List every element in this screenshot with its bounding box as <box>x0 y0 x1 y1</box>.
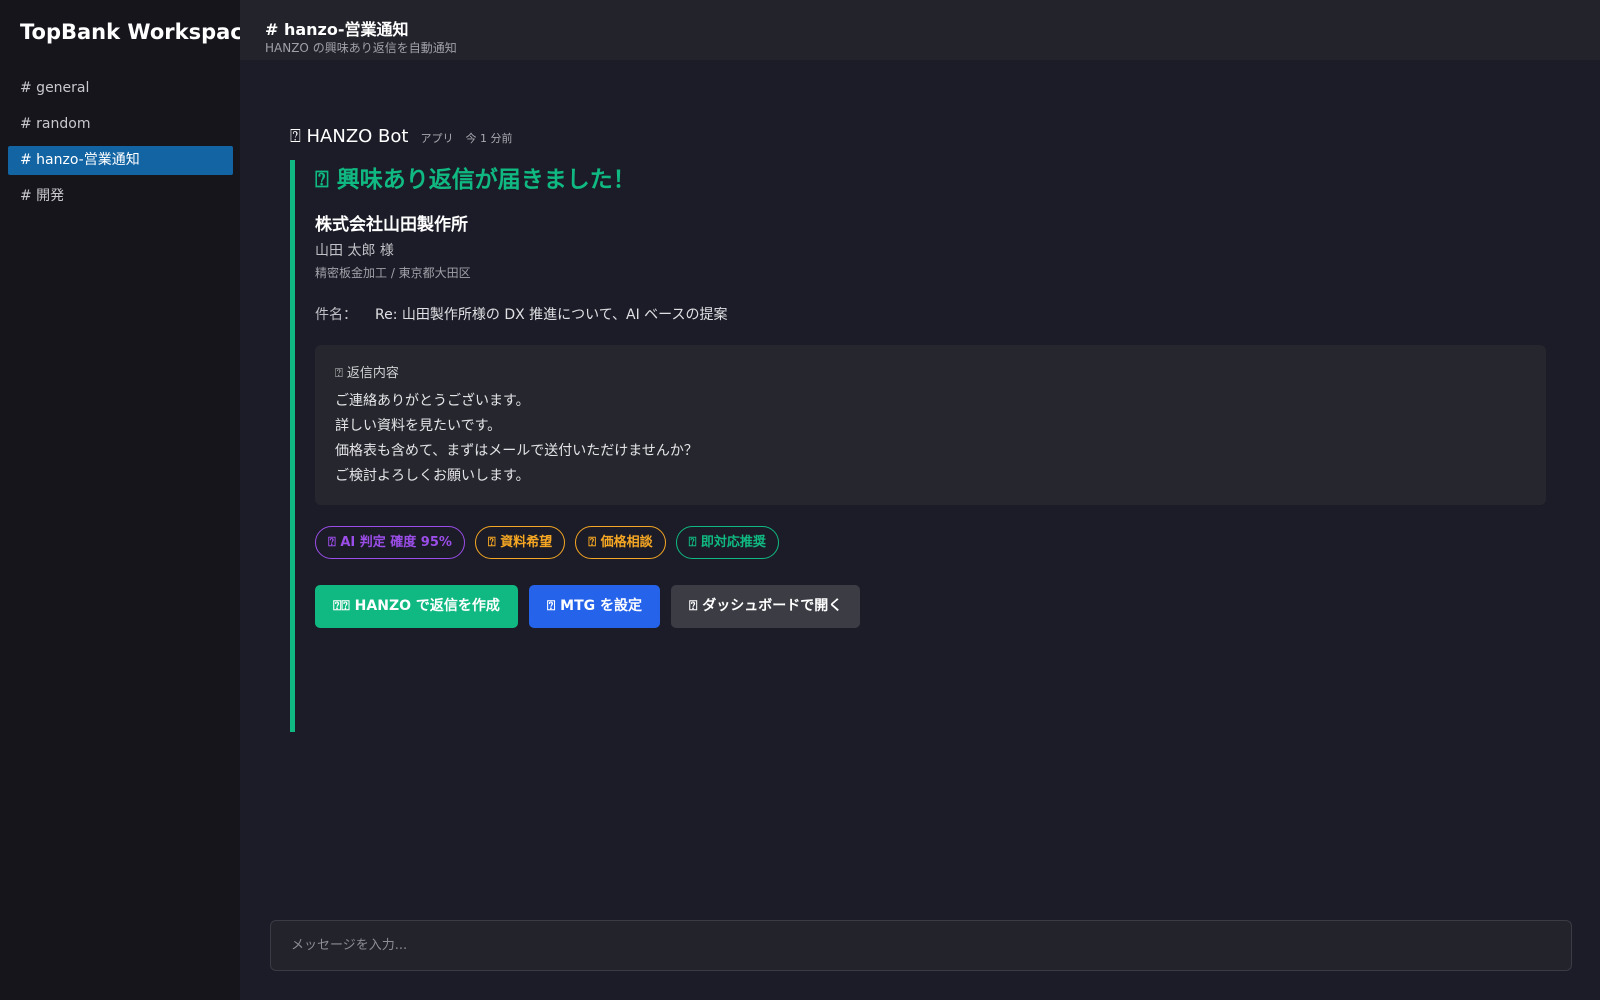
reply-content-label: ⍰ 返信内容 <box>335 366 399 381</box>
channel-topic: HANZO の興味あり返信を自動通知 <box>265 41 457 55</box>
create-reply-button[interactable]: ⍰⍰ HANZO で返信を作成 <box>315 585 518 628</box>
message-header: ⍰ HANZO Bot アプリ 今 1 分前 <box>290 126 1550 152</box>
contact-name: 山田 太郎 様 <box>315 243 394 259</box>
channel-list: # general # random # hanzo-営業通知 # 開発 <box>8 74 233 218</box>
tag-list: ⍰ AI 判定 確度 95% ⍰ 資料希望 ⍰ 価格相談 ⍰ 即対応推奨 <box>315 526 779 559</box>
sidebar: TopBank Workspace # general # random # h… <box>0 0 257 1000</box>
notification-headline: ⍰ 興味あり返信が届きました！ <box>315 167 636 193</box>
immediate-response-tag: ⍰ 即対応推奨 <box>675 526 779 559</box>
ai-confidence-tag: ⍰ AI 判定 確度 95% <box>315 526 465 559</box>
subject-row: 件名： Re: 山田製作所様の DX 推進について、AI ベースの提案 <box>315 304 728 324</box>
price-consult-tag: ⍰ 価格相談 <box>575 526 666 559</box>
message-composer <box>270 920 1572 971</box>
subject-value: Re: 山田製作所様の DX 推進について、AI ベースの提案 <box>375 307 728 323</box>
sidebar-item-general[interactable]: # general <box>8 74 233 103</box>
action-buttons: ⍰⍰ HANZO で返信を作成 ⍰ MTG を設定 ⍰ ダッシュボードで開く <box>315 585 861 628</box>
subject-label: 件名： <box>315 307 357 323</box>
channel-title[interactable]: # hanzo-営業通知 <box>265 16 409 40</box>
reply-line: ご連絡ありがとうございます。 <box>335 393 530 409</box>
channel-header: # hanzo-営業通知 HANZO の興味あり返信を自動通知 <box>240 0 1600 60</box>
bot-name[interactable]: ⍰ HANZO Bot <box>290 126 408 147</box>
bot-message: ⍰ HANZO Bot アプリ 今 1 分前 ⍰ 興味あり返信が届きました！ 株… <box>290 126 1550 732</box>
message-attachment: ⍰ 興味あり返信が届きました！ 株式会社山田製作所 山田 太郎 様 精密板金加工… <box>290 160 1546 732</box>
message-timestamp[interactable]: 今 1 分前 <box>465 130 512 146</box>
reply-line: ご検討よろしくお願いします。 <box>335 468 530 484</box>
workspace-title[interactable]: TopBank Workspace <box>20 20 257 44</box>
reply-line: 価格表も含めて、まずはメールで送付いただけませんか？ <box>335 443 698 459</box>
reply-line: 詳しい資料を見たいです。 <box>335 418 502 434</box>
message-input[interactable] <box>291 921 1571 970</box>
set-meeting-button[interactable]: ⍰ MTG を設定 <box>528 585 660 628</box>
sidebar-item-dev[interactable]: # 開発 <box>8 182 233 211</box>
open-dashboard-button[interactable]: ⍰ ダッシュボードで開く <box>671 585 861 628</box>
reply-content-box: ⍰ 返信内容 ご連絡ありがとうございます。 詳しい資料を見たいです。 価格表も含… <box>315 345 1546 505</box>
company-industry: 精密板金加工 / 東京都大田区 <box>315 266 471 280</box>
sidebar-item-random[interactable]: # random <box>8 110 233 139</box>
sidebar-item-hanzo[interactable]: # hanzo-営業通知 <box>8 146 233 175</box>
company-name: 株式会社山田製作所 <box>315 215 468 235</box>
material-request-tag: ⍰ 資料希望 <box>474 526 566 559</box>
app-badge: アプリ <box>420 132 454 145</box>
